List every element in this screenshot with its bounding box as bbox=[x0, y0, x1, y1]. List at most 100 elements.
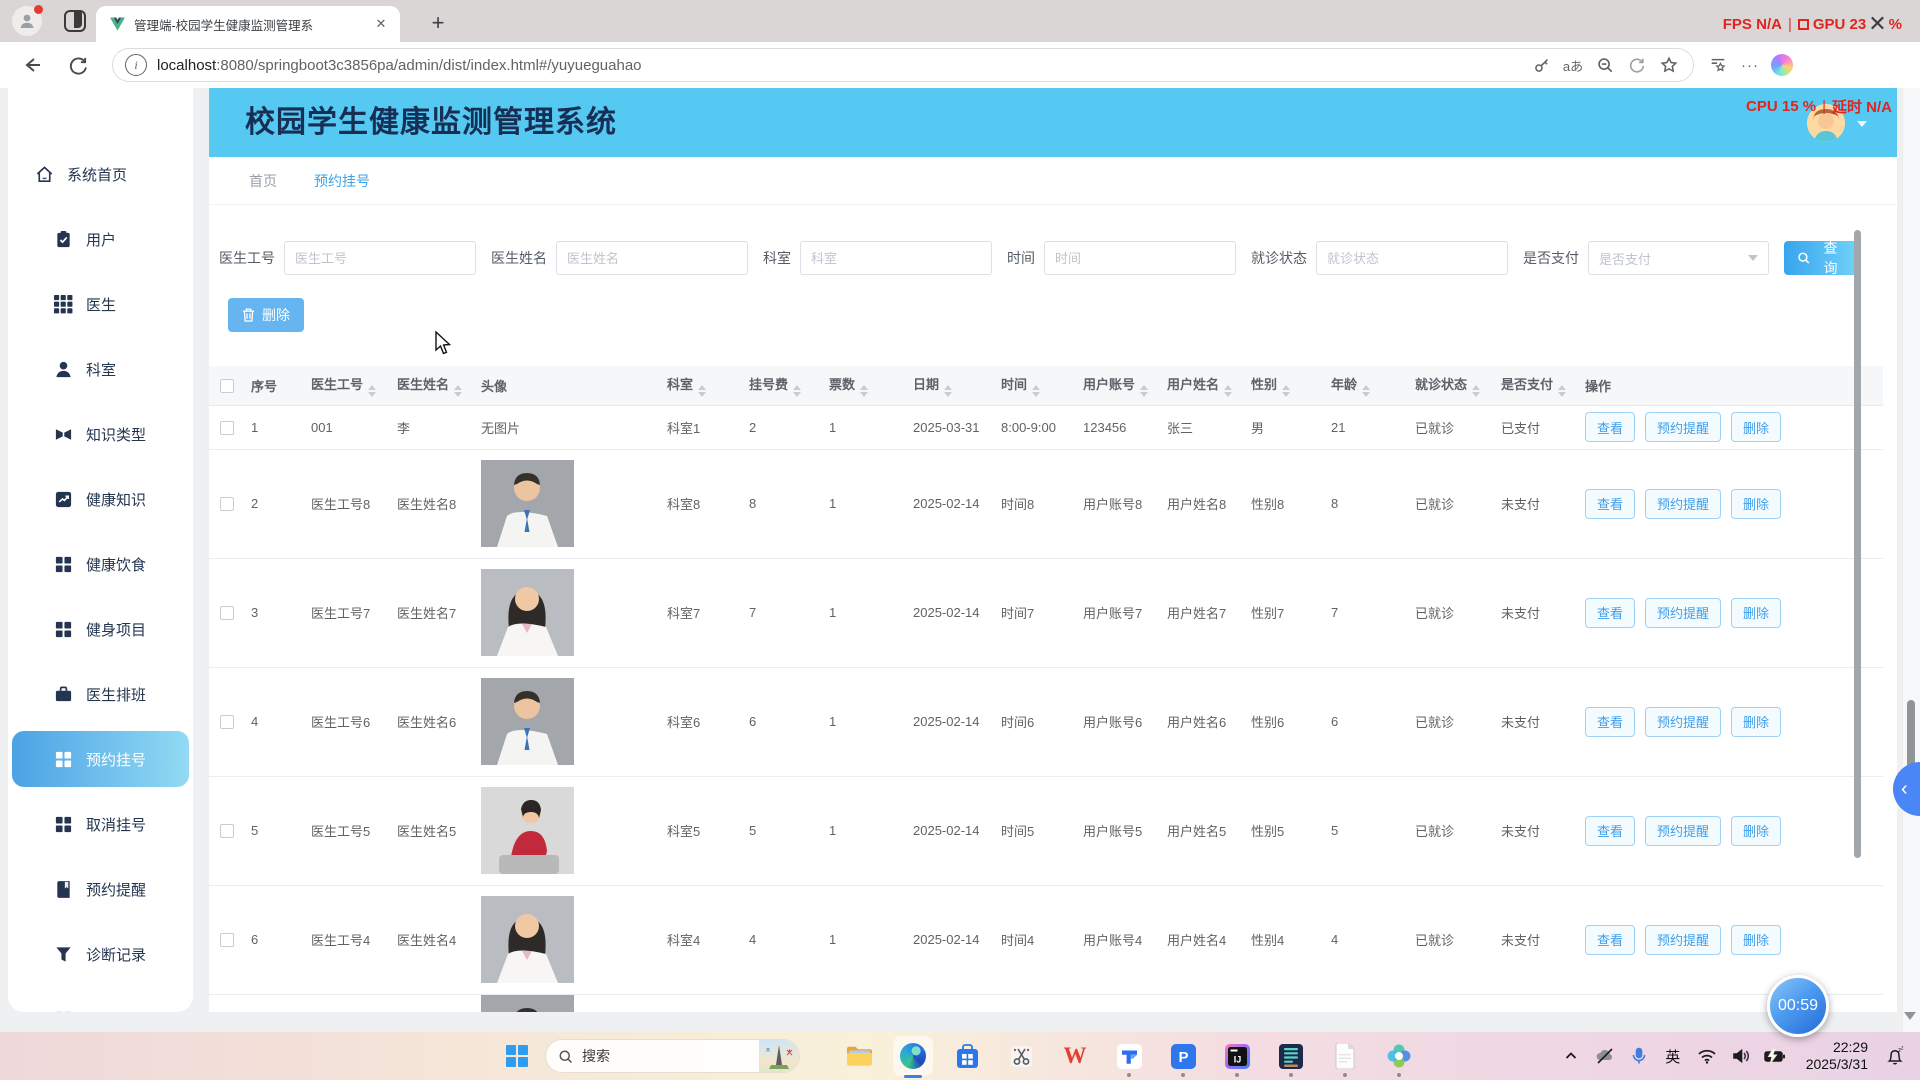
row-action-删除[interactable]: 删除 bbox=[1731, 816, 1781, 846]
taskbar-clock[interactable]: 22:29 2025/3/31 bbox=[1806, 1039, 1868, 1073]
column-header-用户账号[interactable]: 用户账号 bbox=[1081, 366, 1165, 405]
back-icon[interactable] bbox=[16, 49, 48, 81]
column-header-时间[interactable]: 时间 bbox=[999, 366, 1081, 405]
row-action-预约提醒[interactable]: 预约提醒 bbox=[1645, 412, 1721, 442]
row-action-查看[interactable]: 查看 bbox=[1585, 925, 1635, 955]
sidebar-item-医生排班[interactable]: 医生排班 bbox=[8, 662, 193, 727]
nav-tab-首页[interactable]: 首页 bbox=[249, 171, 277, 191]
collections-icon[interactable] bbox=[1702, 49, 1734, 81]
row-action-预约提醒[interactable]: 预约提醒 bbox=[1645, 707, 1721, 737]
column-header-日期[interactable]: 日期 bbox=[911, 366, 999, 405]
tray-chevron-up-icon[interactable] bbox=[1554, 1039, 1588, 1073]
taskbar-search-box[interactable]: 搜索 bbox=[545, 1039, 800, 1073]
row-action-预约提醒[interactable]: 预约提醒 bbox=[1645, 489, 1721, 519]
sidebar-item-科室[interactable]: 科室 bbox=[8, 337, 193, 402]
sidebar-item-partial[interactable] bbox=[8, 987, 193, 1012]
taskbar-app-notes-icon[interactable] bbox=[1264, 1035, 1318, 1077]
tab-close-icon[interactable]: ✕ bbox=[372, 15, 390, 33]
sort-carets-icon[interactable] bbox=[1282, 385, 1290, 397]
refresh-icon[interactable] bbox=[62, 49, 94, 81]
url-text[interactable]: localhost:8080/springboot3c3856pa/admin/… bbox=[157, 57, 1525, 74]
nav-tab-预约挂号[interactable]: 预约挂号 bbox=[314, 171, 370, 191]
new-tab-button[interactable]: + bbox=[424, 9, 452, 37]
taskbar-app-whiteboard-flower-icon[interactable] bbox=[1372, 1035, 1426, 1077]
browser-scrollbar-thumb[interactable] bbox=[1907, 700, 1915, 768]
row-action-删除[interactable]: 删除 bbox=[1731, 925, 1781, 955]
copilot-icon[interactable] bbox=[1766, 49, 1798, 81]
browser-scrollbar-track[interactable] bbox=[1902, 88, 1920, 1032]
row-checkbox[interactable] bbox=[220, 606, 234, 620]
floating-timer-bubble[interactable]: 00:59 bbox=[1767, 975, 1829, 1037]
address-bar[interactable]: i localhost:8080/springboot3c3856pa/admi… bbox=[112, 48, 1694, 82]
filter-input-就诊状态[interactable] bbox=[1316, 241, 1508, 275]
row-checkbox[interactable] bbox=[220, 497, 234, 511]
sidebar-item-知识类型[interactable]: 知识类型 bbox=[8, 402, 193, 467]
column-header-票数[interactable]: 票数 bbox=[827, 366, 911, 405]
sort-carets-icon[interactable] bbox=[1140, 385, 1148, 397]
sidebar-item-取消挂号[interactable]: 取消挂号 bbox=[8, 792, 193, 857]
search-button[interactable]: 查询 bbox=[1784, 241, 1857, 275]
notification-bell-icon[interactable]: zz bbox=[1878, 1039, 1912, 1073]
row-action-预约提醒[interactable]: 预约提醒 bbox=[1645, 925, 1721, 955]
row-action-删除[interactable]: 删除 bbox=[1731, 412, 1781, 442]
column-header-是否支付[interactable]: 是否支付 bbox=[1499, 366, 1583, 405]
sort-carets-icon[interactable] bbox=[1362, 385, 1370, 397]
zoom-out-icon[interactable] bbox=[1589, 49, 1621, 81]
password-key-icon[interactable] bbox=[1525, 49, 1557, 81]
row-action-查看[interactable]: 查看 bbox=[1585, 707, 1635, 737]
sort-carets-icon[interactable] bbox=[698, 385, 706, 397]
avatar-dropdown-caret-icon[interactable] bbox=[1857, 121, 1867, 127]
filter-input-医生姓名[interactable] bbox=[556, 241, 748, 275]
sync-icon[interactable] bbox=[1621, 49, 1653, 81]
taskbar-app-presentation-p-icon[interactable]: P bbox=[1156, 1035, 1210, 1077]
filter-input-医生工号[interactable] bbox=[284, 241, 476, 275]
column-header-医生工号[interactable]: 医生工号 bbox=[309, 366, 395, 405]
ime-language-indicator[interactable]: 英 bbox=[1656, 1039, 1690, 1073]
row-checkbox[interactable] bbox=[220, 421, 234, 435]
row-action-查看[interactable]: 查看 bbox=[1585, 489, 1635, 519]
row-action-预约提醒[interactable]: 预约提醒 bbox=[1645, 816, 1721, 846]
row-action-删除[interactable]: 删除 bbox=[1731, 598, 1781, 628]
bulk-delete-button[interactable]: 删除 bbox=[228, 298, 304, 332]
sort-carets-icon[interactable] bbox=[368, 385, 376, 397]
filter-select-是否支付[interactable]: 是否支付 bbox=[1588, 241, 1769, 275]
sidebar-item-系统首页[interactable]: 系统首页 bbox=[8, 142, 193, 207]
taskbar-app-intellij-icon[interactable]: IJ bbox=[1210, 1035, 1264, 1077]
onedrive-paused-icon[interactable] bbox=[1588, 1039, 1622, 1073]
battery-charging-icon[interactable] bbox=[1758, 1039, 1792, 1073]
wifi-icon[interactable] bbox=[1690, 1039, 1724, 1073]
more-menu-icon[interactable]: ··· bbox=[1734, 49, 1766, 81]
sort-carets-icon[interactable] bbox=[1032, 385, 1040, 397]
taskbar-app-microsoft-store-icon[interactable] bbox=[940, 1035, 994, 1077]
sidebar-item-健身项目[interactable]: 健身项目 bbox=[8, 597, 193, 662]
taskbar-app-edge-icon[interactable] bbox=[886, 1035, 940, 1077]
sidebar-item-用户[interactable]: 用户 bbox=[8, 207, 193, 272]
sort-carets-icon[interactable] bbox=[793, 385, 801, 397]
row-checkbox[interactable] bbox=[220, 933, 234, 947]
tab-activity-icon[interactable] bbox=[64, 10, 86, 32]
row-action-删除[interactable]: 删除 bbox=[1731, 707, 1781, 737]
browser-tab[interactable]: 管理端-校园学生健康监测管理系 ✕ bbox=[96, 6, 400, 42]
row-checkbox[interactable] bbox=[220, 824, 234, 838]
browser-profile-button[interactable] bbox=[12, 6, 42, 36]
sidebar-item-预约提醒[interactable]: 预约提醒 bbox=[8, 857, 193, 922]
row-checkbox[interactable] bbox=[220, 715, 234, 729]
sort-carets-icon[interactable] bbox=[1224, 385, 1232, 397]
sidebar-item-诊断记录[interactable]: 诊断记录 bbox=[8, 922, 193, 987]
sidebar-item-健康知识[interactable]: 健康知识 bbox=[8, 467, 193, 532]
row-action-查看[interactable]: 查看 bbox=[1585, 816, 1635, 846]
row-action-预约提醒[interactable]: 预约提醒 bbox=[1645, 598, 1721, 628]
select-all-checkbox[interactable] bbox=[220, 379, 234, 393]
sort-carets-icon[interactable] bbox=[1472, 385, 1480, 397]
sidebar-item-医生[interactable]: 医生 bbox=[8, 272, 193, 337]
filter-input-科室[interactable] bbox=[800, 241, 992, 275]
column-header-性别[interactable]: 性别 bbox=[1249, 366, 1329, 405]
taskbar-app-docs-blue-icon[interactable] bbox=[1102, 1035, 1156, 1077]
row-action-查看[interactable]: 查看 bbox=[1585, 412, 1635, 442]
taskbar-app-snipping-tool-icon[interactable] bbox=[994, 1035, 1048, 1077]
start-button[interactable] bbox=[504, 1043, 530, 1069]
taskbar-app-document-icon[interactable] bbox=[1318, 1035, 1372, 1077]
column-header-年龄[interactable]: 年龄 bbox=[1329, 366, 1413, 405]
microphone-icon[interactable] bbox=[1622, 1039, 1656, 1073]
column-header-用户姓名[interactable]: 用户姓名 bbox=[1165, 366, 1249, 405]
